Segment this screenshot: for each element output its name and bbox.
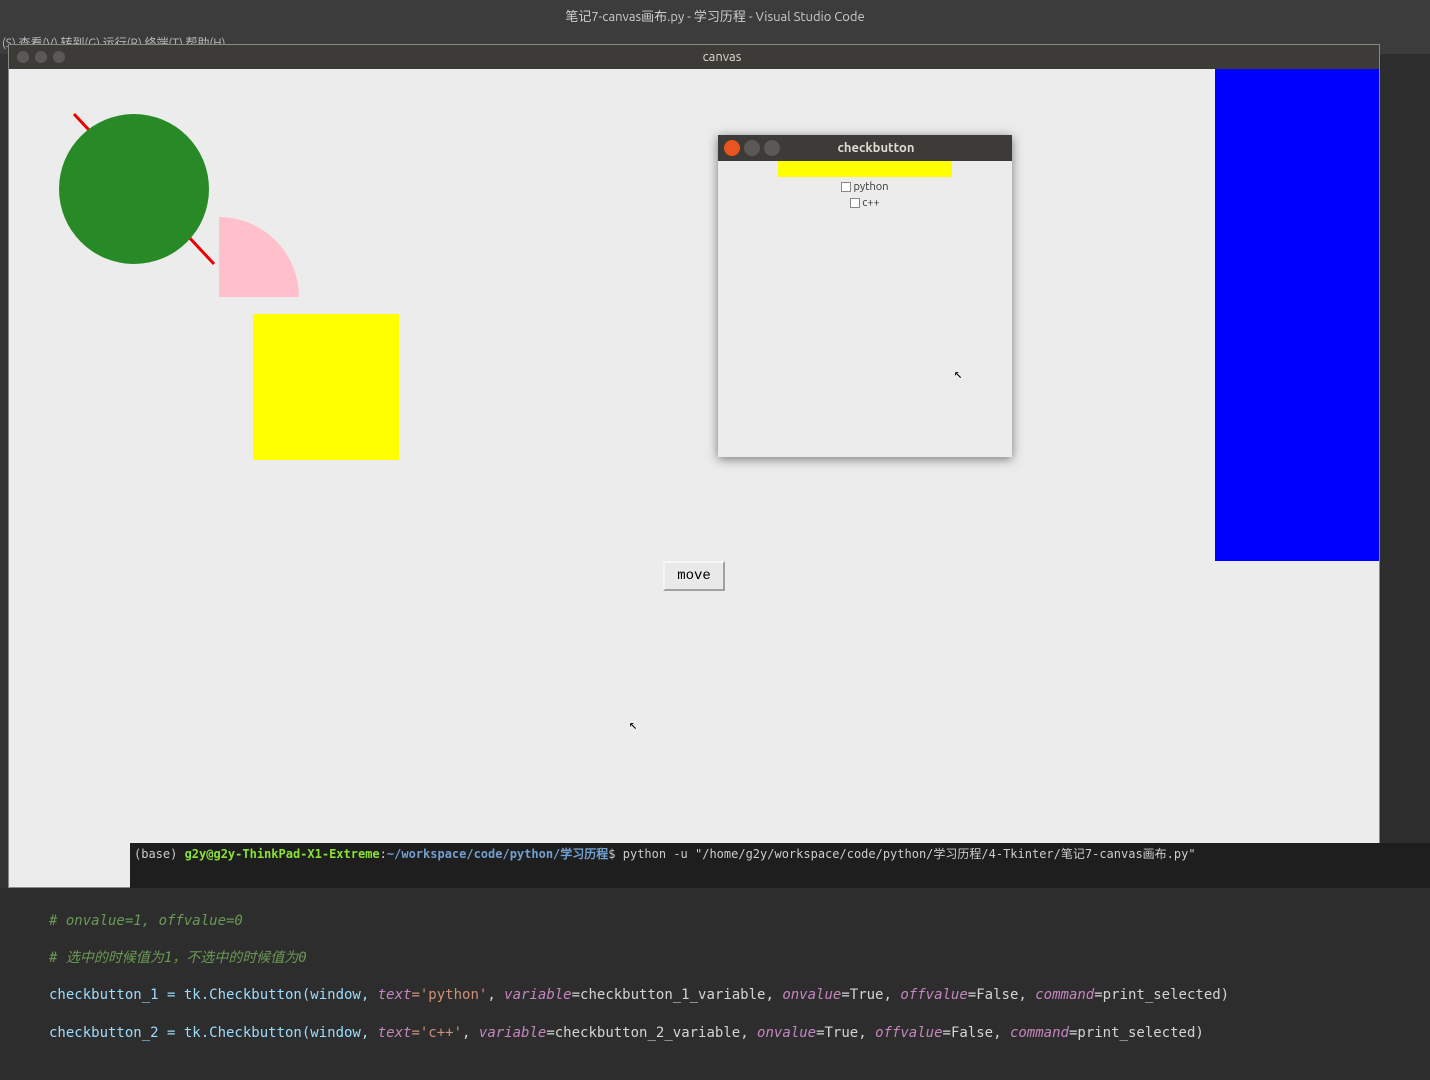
blue-rectangle xyxy=(1215,69,1379,561)
cursor-icon: ↖ xyxy=(629,717,637,733)
check-label: python xyxy=(853,181,888,193)
vscode-titlebar: 笔记7-canvas画布.py - 学习历程 - Visual Studio C… xyxy=(0,0,1430,30)
yellow-label xyxy=(778,161,952,177)
canvas-titlebar[interactable]: canvas xyxy=(9,45,1379,69)
minimize-icon[interactable] xyxy=(744,140,760,156)
terminal[interactable]: (base) g2y@g2y-ThinkPad-X1-Extreme:~/wor… xyxy=(130,843,1430,888)
close-icon[interactable] xyxy=(724,140,740,156)
move-button[interactable]: move xyxy=(663,561,725,591)
green-circle xyxy=(59,114,209,264)
yellow-rectangle xyxy=(253,314,399,460)
maximize-icon[interactable] xyxy=(53,51,65,63)
close-icon[interactable] xyxy=(17,51,29,63)
canvas-body[interactable]: move ↖ xyxy=(9,69,1379,887)
checkbox-icon[interactable] xyxy=(850,198,860,208)
minimize-icon[interactable] xyxy=(35,51,47,63)
canvas-title: canvas xyxy=(65,50,1379,64)
check-items: python c++ xyxy=(718,177,1012,211)
check-label: c++ xyxy=(862,197,880,209)
title-text: 笔记7-canvas画布.py - 学习历程 - Visual Studio C… xyxy=(565,6,864,25)
checkbutton-titlebar[interactable]: checkbutton xyxy=(718,135,1012,161)
checkbutton-title: checkbutton xyxy=(780,141,1012,155)
maximize-icon[interactable] xyxy=(764,140,780,156)
move-button-label: move xyxy=(677,568,711,584)
canvas-window: canvas move ↖ xyxy=(8,44,1380,888)
checkbutton-python[interactable]: python xyxy=(718,179,1012,195)
checkbutton-window: checkbutton python c++ xyxy=(718,135,1012,457)
checkbox-icon[interactable] xyxy=(841,182,851,192)
checkbutton-cpp[interactable]: c++ xyxy=(718,195,1012,211)
